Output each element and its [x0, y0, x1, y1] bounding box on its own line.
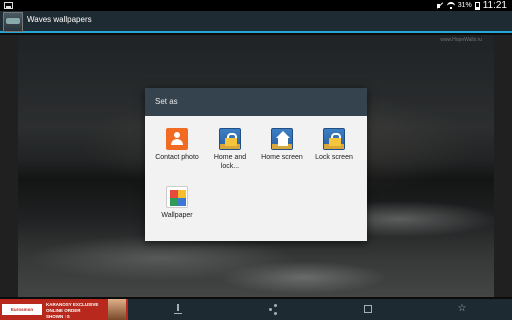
option-label: Home screen	[261, 154, 303, 161]
status-time: 11:21	[482, 0, 507, 11]
mute-icon	[436, 2, 444, 10]
download-icon[interactable]	[172, 303, 184, 315]
crop-icon[interactable]	[364, 305, 372, 313]
waves-app-icon[interactable]	[3, 12, 23, 32]
ad-line: SHOWN ↑S	[46, 314, 70, 319]
status-icons: 31% 11:21	[436, 0, 507, 11]
option-label: Contact photo	[155, 154, 199, 161]
ad-brand: Eurosmon	[2, 304, 42, 315]
screenshot-icon	[4, 2, 13, 9]
share-icon[interactable]	[267, 303, 279, 315]
contact-photo-icon	[166, 128, 188, 150]
lock-screen-icon	[323, 128, 345, 150]
wifi-icon	[446, 1, 455, 10]
bottom-bar: Eurosmon KARANOSY EXCLUSIVE ONLINE ORDER…	[0, 299, 512, 320]
option-lock-screen[interactable]: Lock screen	[308, 128, 360, 162]
option-label: Home and lock...	[213, 154, 247, 170]
star-icon[interactable]: ☆	[456, 303, 468, 315]
dialog-title: Set as	[145, 88, 367, 116]
screen: 31% 11:21 Waves wallpapers www.HopeWalls…	[0, 0, 512, 320]
wallpaper-icon	[166, 186, 188, 208]
home-lock-icon	[219, 128, 241, 150]
ad-text: KARANOSY EXCLUSIVE ONLINE ORDER SHOWN ↑S	[46, 302, 98, 320]
option-label: Wallpaper	[161, 212, 193, 219]
battery-icon	[474, 1, 480, 10]
status-bar: 31% 11:21	[0, 0, 512, 11]
home-screen-icon	[271, 128, 293, 150]
battery-percent: 31%	[457, 2, 472, 9]
option-home-screen[interactable]: Home screen	[256, 128, 308, 162]
action-bar: Waves wallpapers	[0, 11, 512, 33]
option-wallpaper[interactable]: Wallpaper	[151, 186, 203, 220]
option-label: Lock screen	[315, 154, 353, 161]
option-contact-photo[interactable]: Contact photo	[151, 128, 203, 162]
set-as-dialog: Set as Contact photo Home and lock... Ho…	[145, 88, 367, 241]
app-title: Waves wallpapers	[27, 15, 92, 24]
option-home-and-lock[interactable]: Home and lock...	[204, 128, 256, 171]
ad-banner[interactable]: Eurosmon KARANOSY EXCLUSIVE ONLINE ORDER…	[0, 299, 128, 320]
ad-image	[108, 299, 126, 320]
